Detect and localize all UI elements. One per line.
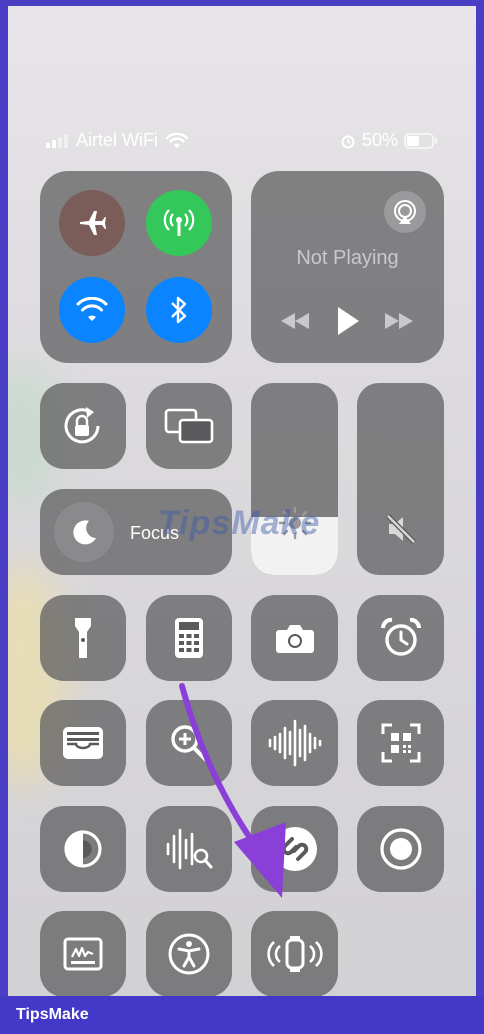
bluetooth-toggle[interactable]: [146, 277, 212, 343]
footer-brand: TipsMake: [16, 1006, 89, 1023]
wifi-icon: [76, 297, 108, 321]
qr-scanner-icon: [381, 723, 420, 763]
wallet-icon: [63, 727, 103, 759]
alarm-button[interactable]: [357, 595, 444, 681]
camera-icon: [275, 625, 314, 653]
wifi-status-icon: [166, 132, 188, 148]
rewind-icon[interactable]: [279, 311, 311, 331]
flashlight-button[interactable]: [40, 595, 126, 681]
brightness-slider[interactable]: [251, 383, 338, 575]
dark-mode-icon: [64, 830, 102, 868]
cellular-icon: [163, 209, 195, 236]
flashlight-icon: [75, 618, 91, 658]
moon-icon: [73, 520, 96, 545]
alarm-status-icon: [341, 135, 355, 148]
code-scanner-button[interactable]: [357, 700, 444, 786]
alarm-icon: [380, 617, 421, 656]
screen-record-button[interactable]: [357, 806, 444, 892]
focus-icon-circle: [54, 502, 114, 562]
quick-note-button[interactable]: [40, 911, 126, 996]
airplay-icon: [394, 200, 416, 224]
volume-slider[interactable]: [357, 383, 444, 575]
battery-percentage: 50%: [361, 130, 398, 150]
ping-watch-icon: [266, 936, 323, 972]
battery-icon: [404, 132, 437, 149]
ping-watch-button[interactable]: [251, 911, 338, 996]
fast-forward-icon[interactable]: [383, 311, 415, 331]
rotation-lock-icon: [64, 407, 100, 444]
status-bar: Airtel WiFi 50%: [8, 124, 476, 158]
connectivity-panel: [40, 171, 232, 363]
accessibility-button[interactable]: [146, 911, 232, 996]
calculator-button[interactable]: [146, 595, 232, 681]
screen-record-icon: [379, 828, 422, 870]
camera-button[interactable]: [251, 595, 338, 681]
footer-bar: TipsMake: [0, 996, 484, 1034]
now-playing-panel: Not Playing: [251, 171, 444, 363]
now-playing-title: Not Playing: [296, 247, 399, 269]
mute-icon: [386, 514, 416, 544]
airplay-button[interactable]: [384, 191, 426, 233]
cellular-data-toggle[interactable]: [146, 190, 212, 256]
airplane-mode-toggle[interactable]: [59, 190, 125, 256]
annotation-arrow: [179, 683, 286, 898]
watermark: TipsMake: [158, 504, 321, 542]
control-center: Airtel WiFi 50% Not Playing Focus TipsMa…: [8, 6, 476, 996]
airplane-icon: [80, 211, 106, 235]
screen-mirroring-icon: [164, 408, 214, 444]
screen-mirroring-button[interactable]: [146, 383, 232, 469]
notes-icon: [63, 937, 103, 971]
signal-icon: [46, 133, 68, 148]
carrier-name: Airtel WiFi: [76, 130, 158, 150]
accessibility-icon: [168, 933, 210, 975]
wifi-toggle[interactable]: [59, 277, 125, 343]
bluetooth-icon: [171, 296, 187, 324]
play-icon[interactable]: [335, 305, 361, 337]
rotation-lock-button[interactable]: [40, 383, 126, 469]
wallet-button[interactable]: [40, 700, 126, 786]
dark-mode-button[interactable]: [40, 806, 126, 892]
calculator-icon: [175, 618, 203, 658]
